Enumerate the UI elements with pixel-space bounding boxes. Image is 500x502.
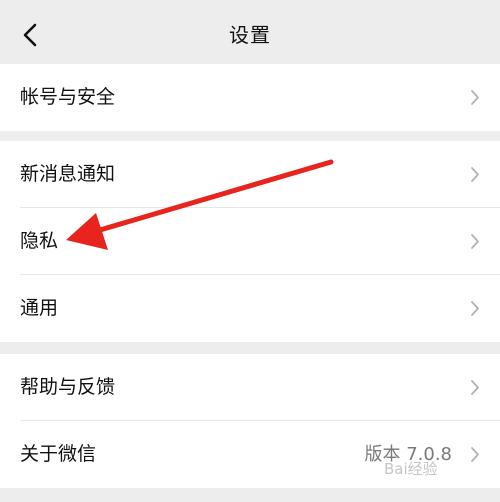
help-feedback-row[interactable]: 帮助与反馈	[0, 354, 500, 421]
chevron-right-icon	[470, 233, 480, 250]
back-button[interactable]	[14, 18, 48, 52]
settings-group-general: 新消息通知 隐私 通用	[0, 141, 500, 342]
privacy-label: 隐私	[20, 230, 59, 252]
settings-group-account: 帐号与安全	[0, 64, 500, 131]
chevron-right-icon	[470, 89, 480, 106]
about-wechat-label: 关于微信	[20, 443, 97, 465]
chevron-right-icon	[470, 166, 480, 183]
privacy-row[interactable]: 隐私	[0, 208, 500, 275]
chevron-right-icon	[470, 300, 480, 317]
chevron-left-icon	[23, 23, 37, 47]
account-security-label: 帐号与安全	[20, 86, 116, 108]
account-security-row[interactable]: 帐号与安全	[0, 64, 500, 131]
navigation-bar: 设置	[0, 0, 500, 66]
help-feedback-label: 帮助与反馈	[20, 376, 116, 398]
watermark: Bai经验	[384, 460, 438, 478]
settings-screen: 设置 帐号与安全 新消息通知 隐私 通用 帮助与反馈 关于微信 版本 7.0.8…	[0, 0, 500, 502]
general-label: 通用	[20, 297, 59, 319]
chevron-right-icon	[470, 446, 480, 463]
new-message-notification-label: 新消息通知	[20, 163, 116, 185]
general-row[interactable]: 通用	[0, 275, 500, 342]
chevron-right-icon	[470, 379, 480, 396]
page-title: 设置	[229, 23, 271, 47]
new-message-notification-row[interactable]: 新消息通知	[0, 141, 500, 208]
